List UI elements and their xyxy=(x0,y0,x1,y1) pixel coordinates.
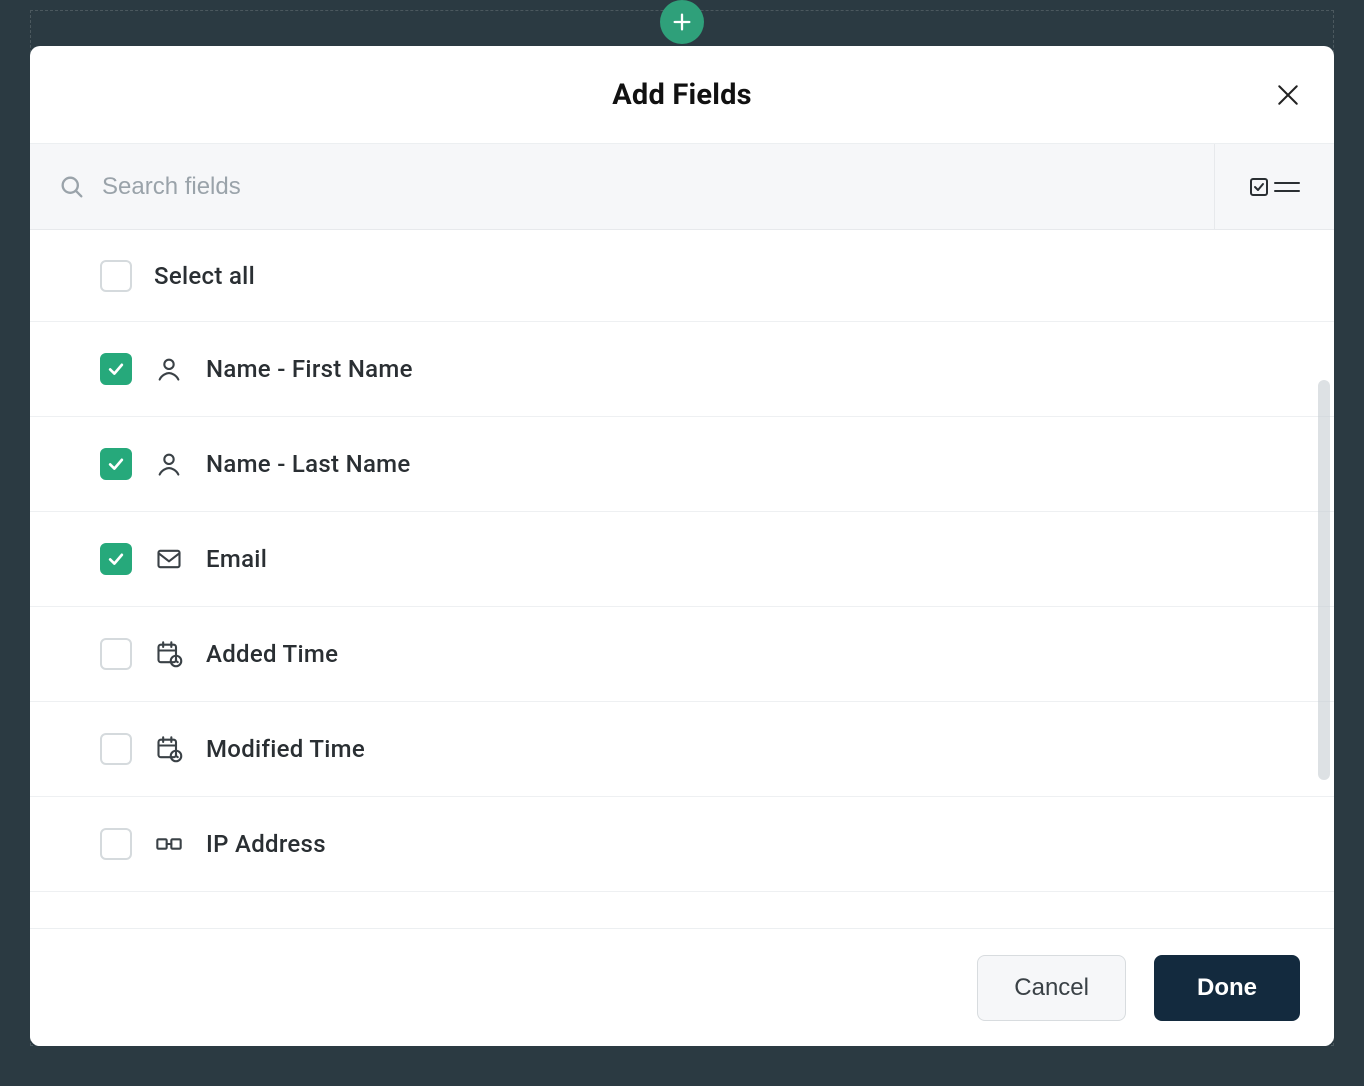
add-fields-modal: Add Fields Select all xyxy=(30,46,1334,1046)
person-icon xyxy=(155,450,183,478)
ip-icon-wrap xyxy=(154,830,184,858)
cancel-button[interactable]: Cancel xyxy=(977,955,1126,1021)
search-icon xyxy=(58,173,86,201)
field-label-modified_time: Modified Time xyxy=(206,735,365,763)
background-add-button[interactable] xyxy=(660,0,704,44)
checklist-icon xyxy=(1249,174,1301,200)
field-checkbox-ip_address[interactable] xyxy=(100,828,132,860)
field-checkbox-modified_time[interactable] xyxy=(100,733,132,765)
close-icon xyxy=(1273,80,1303,110)
close-button[interactable] xyxy=(1270,77,1306,113)
datetime-icon-wrap xyxy=(154,735,184,763)
field-row-email[interactable]: Email xyxy=(30,512,1334,607)
field-row-first_name[interactable]: Name - First Name xyxy=(30,322,1334,417)
field-label-first_name: Name - First Name xyxy=(206,355,413,383)
ip-icon xyxy=(155,830,183,858)
datetime-icon xyxy=(155,735,183,763)
field-label-last_name: Name - Last Name xyxy=(206,450,411,478)
search-input[interactable] xyxy=(102,173,1186,201)
modal-title: Add Fields xyxy=(612,78,752,112)
field-list[interactable]: Select all Name - First Name Name - Last … xyxy=(30,230,1334,928)
field-checkbox-email[interactable] xyxy=(100,543,132,575)
mail-icon xyxy=(155,545,183,573)
check-icon xyxy=(106,454,126,474)
field-label-email: Email xyxy=(206,545,267,573)
person-icon-wrap xyxy=(154,450,184,478)
mail-icon-wrap xyxy=(154,545,184,573)
field-row-modified_time[interactable]: Modified Time xyxy=(30,702,1334,797)
select-all-row[interactable]: Select all xyxy=(30,230,1334,322)
field-row-last_name[interactable]: Name - Last Name xyxy=(30,417,1334,512)
field-checkbox-first_name[interactable] xyxy=(100,353,132,385)
select-all-checkbox[interactable] xyxy=(100,260,132,292)
modal-footer: Cancel Done xyxy=(30,928,1334,1046)
field-checkbox-added_time[interactable] xyxy=(100,638,132,670)
search-wrap xyxy=(30,144,1214,229)
modal-header: Add Fields xyxy=(30,46,1334,144)
scrollbar-thumb[interactable] xyxy=(1318,380,1330,780)
field-label-ip_address: IP Address xyxy=(206,830,326,858)
field-label-added_time: Added Time xyxy=(206,640,338,668)
done-button[interactable]: Done xyxy=(1154,955,1300,1021)
select-all-label: Select all xyxy=(154,262,255,290)
person-icon-wrap xyxy=(154,355,184,383)
datetime-icon xyxy=(155,640,183,668)
check-icon xyxy=(106,359,126,379)
check-icon xyxy=(106,549,126,569)
select-mode-toggle[interactable] xyxy=(1214,144,1334,229)
field-checkbox-last_name[interactable] xyxy=(100,448,132,480)
plus-icon xyxy=(671,11,693,33)
datetime-icon-wrap xyxy=(154,640,184,668)
search-bar xyxy=(30,144,1334,230)
field-list-wrap: Select all Name - First Name Name - Last … xyxy=(30,230,1334,928)
field-row-added_time[interactable]: Added Time xyxy=(30,607,1334,702)
person-icon xyxy=(155,355,183,383)
field-row-ip_address[interactable]: IP Address xyxy=(30,797,1334,892)
